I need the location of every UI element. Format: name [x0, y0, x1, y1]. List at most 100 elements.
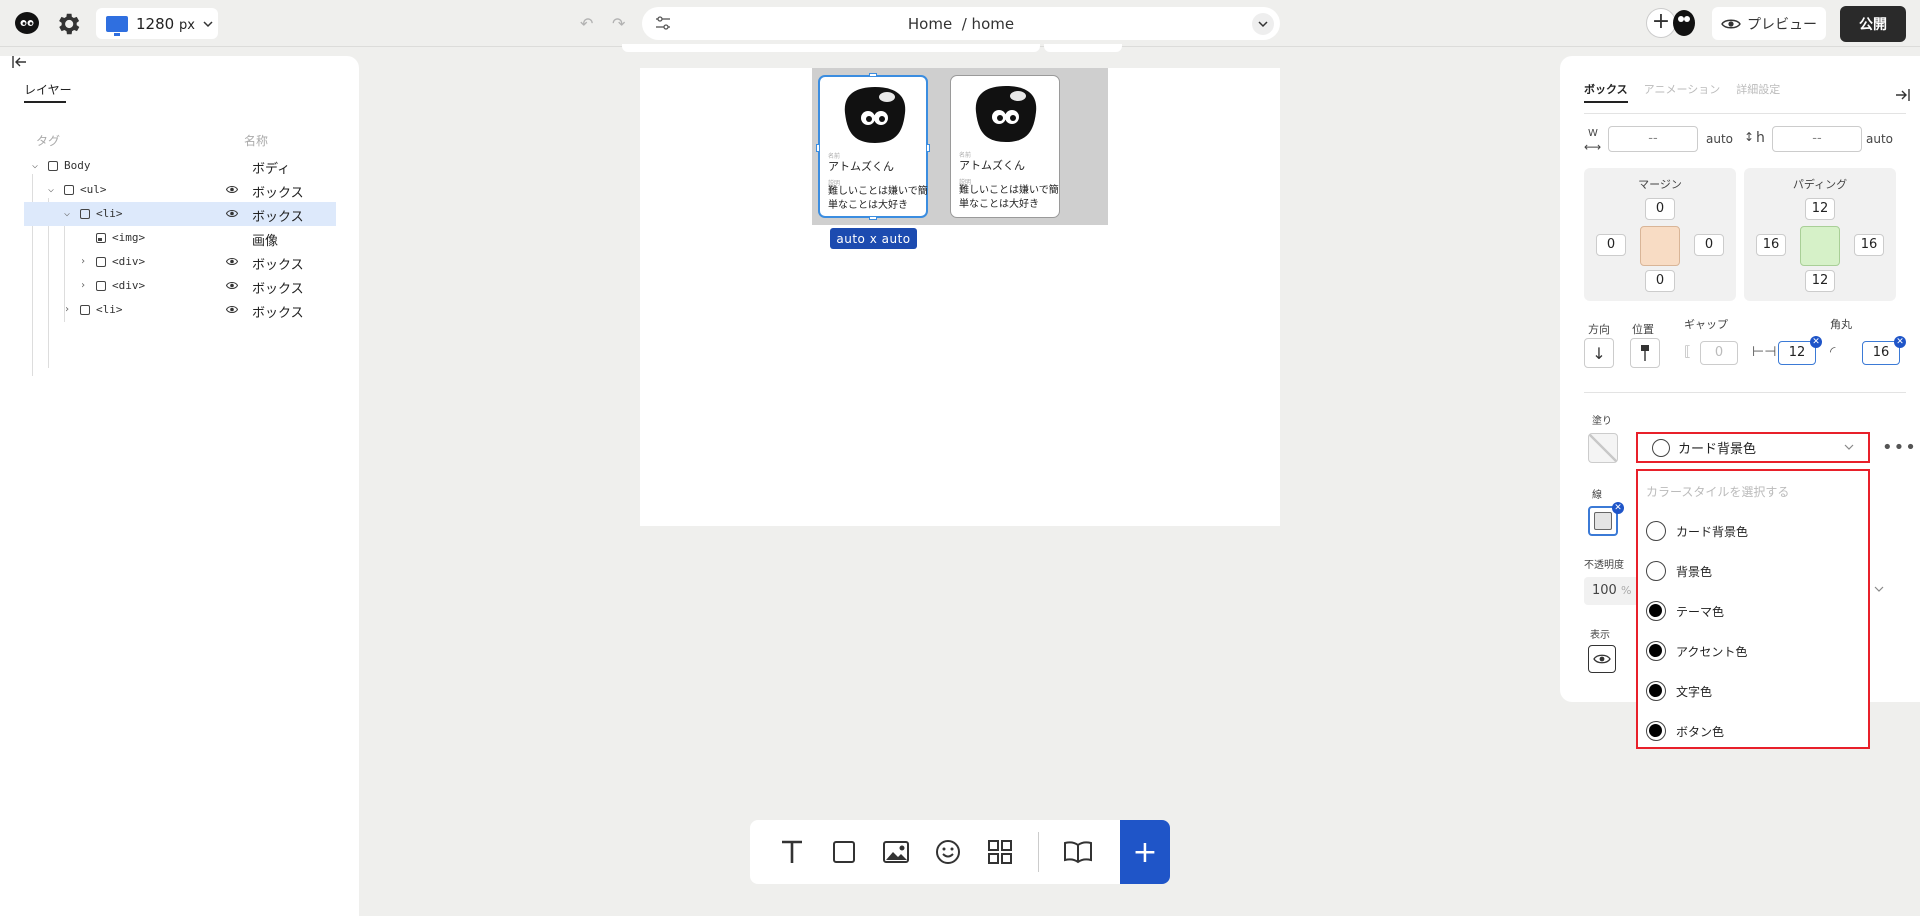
image-tool-button[interactable]	[878, 834, 914, 870]
layer-row-body[interactable]: ⌵ Body ボディ	[24, 154, 336, 178]
layer-name: ボックス	[252, 282, 304, 297]
device-width-value: 1280	[136, 14, 175, 33]
layer-row-img[interactable]: <img> 画像	[24, 226, 336, 250]
app-logo-icon[interactable]	[14, 10, 40, 36]
library-tool-button[interactable]	[1060, 834, 1096, 870]
margin-right-input[interactable]: 0	[1694, 234, 1724, 256]
preview-button[interactable]: プレビュー	[1712, 7, 1826, 40]
box-icon	[64, 184, 74, 195]
tab-box[interactable]: ボックス	[1584, 81, 1628, 97]
padding-right-input[interactable]: 16	[1854, 234, 1884, 256]
settings-gear-icon[interactable]	[54, 10, 82, 38]
tab-advanced-settings[interactable]: 詳細設定	[1736, 81, 1780, 97]
box-icon	[96, 256, 106, 267]
character-card-selected[interactable]: 名前 アトムズくん 説明 難しいことは嫌いで簡単なことは大好き	[818, 75, 928, 218]
text-tool-button[interactable]	[774, 834, 810, 870]
chevron-down-icon[interactable]: ⌵	[48, 184, 58, 195]
width-input[interactable]: --	[1608, 126, 1698, 152]
padding-preview	[1800, 226, 1840, 266]
collapse-left-panel-icon[interactable]	[12, 55, 28, 69]
visibility-eye-icon[interactable]	[226, 305, 238, 314]
color-option-bg[interactable]: 背景色	[1646, 557, 1856, 585]
redo-icon[interactable]: ↷	[612, 14, 625, 33]
character-blob-image[interactable]	[837, 83, 913, 145]
layer-row-ul[interactable]: ⌵ <ul> ボックス	[24, 178, 336, 202]
more-options-icon[interactable]: •••	[1882, 439, 1917, 457]
resize-handle[interactable]	[869, 73, 877, 77]
chevron-down-icon[interactable]	[1874, 584, 1884, 594]
margin-top-input[interactable]: 0	[1645, 198, 1675, 220]
chevron-right-icon[interactable]: ›	[64, 304, 74, 315]
radius-label: 角丸	[1830, 318, 1852, 331]
color-option-accent[interactable]: アクセント色	[1646, 637, 1856, 665]
color-option-card-bg[interactable]: カード背景色	[1646, 517, 1856, 545]
character-blob-image[interactable]	[968, 82, 1044, 144]
resize-handle[interactable]	[869, 216, 877, 220]
row-gap-input[interactable]: 0	[1700, 341, 1738, 365]
tab-layers[interactable]: レイヤー	[24, 81, 72, 98]
padding-left-input[interactable]: 16	[1756, 234, 1786, 256]
layer-tag: <li>	[96, 303, 123, 316]
clear-gap-icon[interactable]: ✕	[1810, 336, 1822, 348]
layer-row-div[interactable]: › <div> ボックス	[24, 250, 336, 274]
add-element-button[interactable]: +	[1120, 820, 1170, 884]
card-name[interactable]: アトムズくん	[828, 158, 894, 174]
eye-icon	[1593, 654, 1611, 664]
visibility-eye-icon[interactable]	[226, 281, 238, 290]
clear-radius-icon[interactable]: ✕	[1894, 336, 1906, 348]
visibility-eye-icon[interactable]	[226, 257, 238, 266]
margin-left-input[interactable]: 0	[1596, 234, 1626, 256]
chevron-right-icon[interactable]: ›	[80, 256, 90, 267]
opacity-input[interactable]: 100 %	[1584, 577, 1644, 605]
color-option-label: カード背景色	[1676, 524, 1749, 539]
undo-icon[interactable]: ↶	[580, 14, 593, 33]
fill-color-style-select[interactable]: カード背景色	[1636, 432, 1870, 463]
visibility-eye-icon[interactable]	[226, 209, 238, 218]
color-circle-icon	[1646, 561, 1666, 581]
user-avatar-icon[interactable]	[1672, 9, 1696, 37]
collapse-right-panel-icon[interactable]	[1894, 88, 1910, 102]
divider	[1584, 113, 1906, 114]
resize-handle[interactable]	[926, 144, 930, 152]
layer-row-li[interactable]: › <li> ボックス	[24, 298, 336, 322]
row-gap-icon: ⟦	[1684, 344, 1691, 360]
device-width-select[interactable]: 1280 px	[96, 8, 218, 39]
page-dropdown-button[interactable]	[1252, 13, 1274, 35]
margin-bottom-input[interactable]: 0	[1645, 270, 1675, 292]
height-input[interactable]: --	[1772, 126, 1862, 152]
chevron-down-icon[interactable]: ⌵	[64, 208, 74, 219]
layer-name: 画像	[252, 234, 279, 249]
padding-bottom-input[interactable]: 12	[1805, 270, 1835, 292]
color-circle-filled-icon	[1646, 681, 1666, 701]
components-tool-button[interactable]	[982, 834, 1018, 870]
opacity-value: 100	[1592, 583, 1617, 598]
emoji-tool-button[interactable]	[930, 834, 966, 870]
color-option-button[interactable]: ボタン色	[1646, 717, 1856, 745]
visibility-toggle[interactable]	[1588, 645, 1616, 673]
clear-stroke-icon[interactable]: ✕	[1612, 502, 1624, 514]
character-card[interactable]: 名前 アトムズくん 説明 難しいことは嫌いで簡単なことは大好き	[950, 75, 1060, 218]
fill-color-swatch[interactable]	[1588, 433, 1618, 463]
visibility-eye-icon[interactable]	[226, 185, 238, 194]
resize-handle[interactable]	[816, 144, 820, 152]
publish-button[interactable]: 公開	[1840, 6, 1906, 42]
tab-underline	[24, 101, 66, 103]
height-auto-label: auto	[1866, 132, 1894, 146]
layer-row-li-selected[interactable]: ⌵ <li> ボックス	[24, 202, 336, 226]
box-tool-button[interactable]	[826, 834, 862, 870]
color-circle-filled-icon	[1646, 721, 1666, 741]
card-description[interactable]: 難しいことは嫌いで簡単なことは大好き	[828, 185, 928, 213]
card-description[interactable]: 難しいことは嫌いで簡単なことは大好き	[959, 184, 1059, 212]
card-name[interactable]: アトムズくん	[959, 157, 1025, 173]
tab-animation[interactable]: アニメーション	[1644, 81, 1721, 97]
color-option-theme[interactable]: テーマ色	[1646, 597, 1856, 625]
chevron-down-icon[interactable]: ⌵	[32, 160, 42, 171]
position-button[interactable]	[1630, 338, 1660, 368]
color-style-dropdown: カラースタイルを選択する カード背景色 背景色 テーマ色 アクセント色 文字色 …	[1636, 469, 1870, 749]
color-option-text[interactable]: 文字色	[1646, 677, 1856, 705]
padding-top-input[interactable]: 12	[1805, 198, 1835, 220]
page-selector[interactable]: Home / home	[642, 7, 1280, 40]
layer-row-div[interactable]: › <div> ボックス	[24, 274, 336, 298]
direction-button[interactable]: ↓	[1584, 338, 1614, 368]
chevron-right-icon[interactable]: ›	[80, 280, 90, 291]
